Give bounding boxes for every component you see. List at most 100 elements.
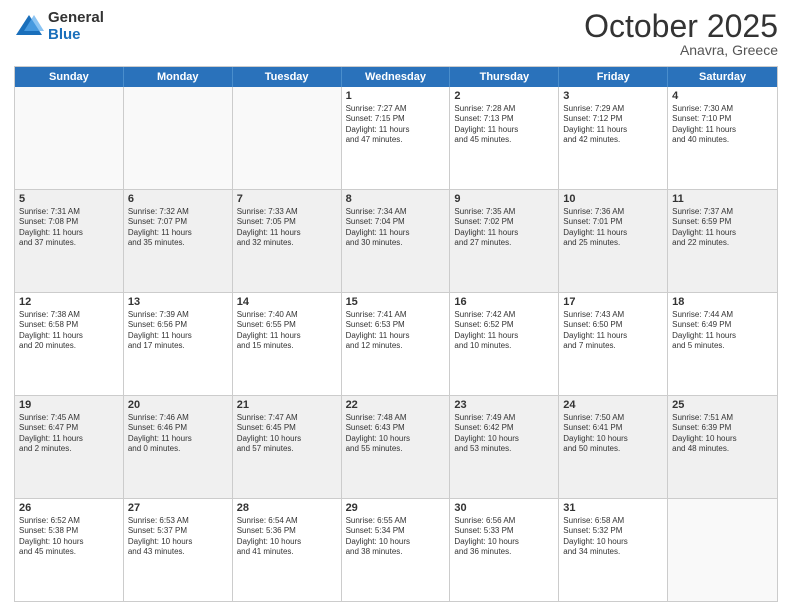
- calendar-row-3: 19 Sunrise: 7:45 AM Sunset: 6:47 PM Dayli…: [15, 396, 777, 499]
- day-number: 18: [672, 296, 773, 308]
- cell-info: Sunrise: 7:31 AM Sunset: 7:08 PM Dayligh…: [19, 207, 119, 249]
- cell-info: Sunrise: 7:32 AM Sunset: 7:07 PM Dayligh…: [128, 207, 228, 249]
- cell-info: Sunrise: 6:53 AM Sunset: 5:37 PM Dayligh…: [128, 516, 228, 558]
- cell-info: Sunrise: 7:40 AM Sunset: 6:55 PM Dayligh…: [237, 310, 337, 352]
- calendar-row-2: 12 Sunrise: 7:38 AM Sunset: 6:58 PM Dayli…: [15, 293, 777, 396]
- header: General Blue October 2025 Anavra, Greece: [14, 10, 778, 58]
- calendar-cell-4-2: 28 Sunrise: 6:54 AM Sunset: 5:36 PM Dayli…: [233, 499, 342, 601]
- day-number: 27: [128, 502, 228, 514]
- cell-info: Sunrise: 6:54 AM Sunset: 5:36 PM Dayligh…: [237, 516, 337, 558]
- calendar-cell-3-6: 25 Sunrise: 7:51 AM Sunset: 6:39 PM Dayli…: [668, 396, 777, 498]
- calendar-cell-1-4: 9 Sunrise: 7:35 AM Sunset: 7:02 PM Daylig…: [450, 190, 559, 292]
- day-number: 16: [454, 296, 554, 308]
- cell-info: Sunrise: 7:48 AM Sunset: 6:43 PM Dayligh…: [346, 413, 446, 455]
- cell-info: Sunrise: 7:34 AM Sunset: 7:04 PM Dayligh…: [346, 207, 446, 249]
- title-block: October 2025 Anavra, Greece: [584, 10, 778, 58]
- cell-info: Sunrise: 7:38 AM Sunset: 6:58 PM Dayligh…: [19, 310, 119, 352]
- day-number: 2: [454, 90, 554, 102]
- header-day-sunday: Sunday: [15, 67, 124, 87]
- calendar-cell-0-4: 2 Sunrise: 7:28 AM Sunset: 7:13 PM Daylig…: [450, 87, 559, 189]
- header-day-wednesday: Wednesday: [342, 67, 451, 87]
- calendar-cell-3-2: 21Sunrise: 7:47 AM Sunset: 6:45 PM Dayli…: [233, 396, 342, 498]
- calendar-cell-4-3: 29 Sunrise: 6:55 AM Sunset: 5:34 PM Dayli…: [342, 499, 451, 601]
- day-number: 6: [128, 193, 228, 205]
- calendar-cell-2-4: 16Sunrise: 7:42 AM Sunset: 6:52 PM Dayli…: [450, 293, 559, 395]
- day-number: 22: [346, 399, 446, 411]
- day-number: 9: [454, 193, 554, 205]
- day-number: 13: [128, 296, 228, 308]
- day-number: 17: [563, 296, 663, 308]
- day-number: 1: [346, 90, 446, 102]
- calendar-cell-1-0: 5 Sunrise: 7:31 AM Sunset: 7:08 PM Daylig…: [15, 190, 124, 292]
- cell-info: Sunrise: 6:55 AM Sunset: 5:34 PM Dayligh…: [346, 516, 446, 558]
- calendar-cell-2-3: 15 Sunrise: 7:41 AM Sunset: 6:53 PM Dayli…: [342, 293, 451, 395]
- day-number: 5: [19, 193, 119, 205]
- cell-info: Sunrise: 7:50 AM Sunset: 6:41 PM Dayligh…: [563, 413, 663, 455]
- header-day-tuesday: Tuesday: [233, 67, 342, 87]
- header-day-monday: Monday: [124, 67, 233, 87]
- calendar-cell-2-2: 14 Sunrise: 7:40 AM Sunset: 6:55 PM Dayli…: [233, 293, 342, 395]
- cell-info: Sunrise: 6:56 AM Sunset: 5:33 PM Dayligh…: [454, 516, 554, 558]
- calendar-cell-0-2: [233, 87, 342, 189]
- day-number: 25: [672, 399, 773, 411]
- calendar-cell-0-5: 3 Sunrise: 7:29 AM Sunset: 7:12 PM Daylig…: [559, 87, 668, 189]
- day-number: 31: [563, 502, 663, 514]
- calendar: SundayMondayTuesdayWednesdayThursdayFrid…: [14, 66, 778, 602]
- cell-info: Sunrise: 7:45 AM Sunset: 6:47 PM Dayligh…: [19, 413, 119, 455]
- day-number: 20: [128, 399, 228, 411]
- day-number: 29: [346, 502, 446, 514]
- cell-info: Sunrise: 7:37 AM Sunset: 6:59 PM Dayligh…: [672, 207, 773, 249]
- day-number: 26: [19, 502, 119, 514]
- logo-icon: [14, 13, 44, 41]
- calendar-cell-2-6: 18 Sunrise: 7:44 AM Sunset: 6:49 PM Dayli…: [668, 293, 777, 395]
- logo: General Blue: [14, 10, 104, 43]
- cell-info: Sunrise: 7:35 AM Sunset: 7:02 PM Dayligh…: [454, 207, 554, 249]
- calendar-cell-3-4: 23Sunrise: 7:49 AM Sunset: 6:42 PM Dayli…: [450, 396, 559, 498]
- header-day-saturday: Saturday: [668, 67, 777, 87]
- calendar-cell-2-1: 13Sunrise: 7:39 AM Sunset: 6:56 PM Dayli…: [124, 293, 233, 395]
- calendar-cell-2-5: 17 Sunrise: 7:43 AM Sunset: 6:50 PM Dayli…: [559, 293, 668, 395]
- calendar-cell-4-1: 27 Sunrise: 6:53 AM Sunset: 5:37 PM Dayli…: [124, 499, 233, 601]
- day-number: 10: [563, 193, 663, 205]
- day-number: 8: [346, 193, 446, 205]
- day-number: 15: [346, 296, 446, 308]
- calendar-cell-4-5: 31Sunrise: 6:58 AM Sunset: 5:32 PM Dayli…: [559, 499, 668, 601]
- calendar-cell-3-0: 19 Sunrise: 7:45 AM Sunset: 6:47 PM Dayli…: [15, 396, 124, 498]
- cell-info: Sunrise: 7:28 AM Sunset: 7:13 PM Dayligh…: [454, 104, 554, 146]
- calendar-header: SundayMondayTuesdayWednesdayThursdayFrid…: [15, 67, 777, 87]
- day-number: 11: [672, 193, 773, 205]
- cell-info: Sunrise: 7:47 AM Sunset: 6:45 PM Dayligh…: [237, 413, 337, 455]
- calendar-cell-0-1: [124, 87, 233, 189]
- cell-info: Sunrise: 7:51 AM Sunset: 6:39 PM Dayligh…: [672, 413, 773, 455]
- cell-info: Sunrise: 7:46 AM Sunset: 6:46 PM Dayligh…: [128, 413, 228, 455]
- day-number: 24: [563, 399, 663, 411]
- day-number: 28: [237, 502, 337, 514]
- calendar-cell-1-5: 10 Sunrise: 7:36 AM Sunset: 7:01 PM Dayli…: [559, 190, 668, 292]
- header-day-thursday: Thursday: [450, 67, 559, 87]
- calendar-cell-2-0: 12 Sunrise: 7:38 AM Sunset: 6:58 PM Dayli…: [15, 293, 124, 395]
- cell-info: Sunrise: 7:43 AM Sunset: 6:50 PM Dayligh…: [563, 310, 663, 352]
- cell-info: Sunrise: 7:29 AM Sunset: 7:12 PM Dayligh…: [563, 104, 663, 146]
- calendar-cell-4-6: [668, 499, 777, 601]
- cell-info: Sunrise: 7:36 AM Sunset: 7:01 PM Dayligh…: [563, 207, 663, 249]
- cell-info: Sunrise: 7:41 AM Sunset: 6:53 PM Dayligh…: [346, 310, 446, 352]
- cell-info: Sunrise: 7:33 AM Sunset: 7:05 PM Dayligh…: [237, 207, 337, 249]
- calendar-cell-4-0: 26Sunrise: 6:52 AM Sunset: 5:38 PM Dayli…: [15, 499, 124, 601]
- day-number: 7: [237, 193, 337, 205]
- calendar-cell-3-5: 24 Sunrise: 7:50 AM Sunset: 6:41 PM Dayli…: [559, 396, 668, 498]
- page: General Blue October 2025 Anavra, Greece…: [0, 0, 792, 612]
- logo-blue: Blue: [48, 27, 104, 44]
- cell-info: Sunrise: 7:44 AM Sunset: 6:49 PM Dayligh…: [672, 310, 773, 352]
- calendar-row-0: 1Sunrise: 7:27 AM Sunset: 7:15 PM Daylig…: [15, 87, 777, 190]
- day-number: 4: [672, 90, 773, 102]
- calendar-cell-0-0: [15, 87, 124, 189]
- logo-text: General Blue: [48, 10, 104, 43]
- day-number: 14: [237, 296, 337, 308]
- location: Anavra, Greece: [584, 42, 778, 58]
- cell-info: Sunrise: 7:49 AM Sunset: 6:42 PM Dayligh…: [454, 413, 554, 455]
- calendar-cell-0-3: 1Sunrise: 7:27 AM Sunset: 7:15 PM Daylig…: [342, 87, 451, 189]
- day-number: 12: [19, 296, 119, 308]
- calendar-cell-1-3: 8 Sunrise: 7:34 AM Sunset: 7:04 PM Daylig…: [342, 190, 451, 292]
- day-number: 19: [19, 399, 119, 411]
- day-number: 3: [563, 90, 663, 102]
